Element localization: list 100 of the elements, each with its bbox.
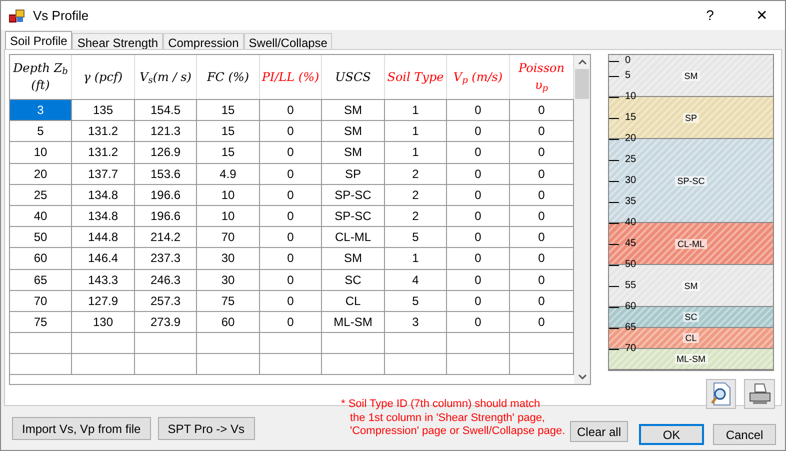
table-cell[interactable]: 196.6 (135, 206, 197, 226)
table-cell[interactable]: 121.3 (135, 121, 197, 142)
help-button[interactable]: ? (695, 5, 725, 26)
table-cell[interactable]: 60 (10, 248, 72, 268)
table-cell[interactable]: 126.9 (135, 142, 197, 163)
table-cell[interactable]: 75 (197, 290, 260, 311)
table-cell[interactable]: 0 (447, 312, 510, 332)
table-cell[interactable]: 0 (260, 142, 322, 163)
table-cell[interactable]: SM (322, 121, 385, 142)
table-cell[interactable]: SM (322, 248, 385, 268)
table-cell[interactable]: 2 (385, 206, 447, 226)
table-cell[interactable]: 196.6 (135, 184, 197, 205)
tab[interactable]: Compression (163, 33, 244, 49)
table-cell[interactable]: 70 (10, 290, 72, 311)
table-cell[interactable]: 3 (385, 312, 447, 332)
table-cell[interactable]: 0 (260, 270, 322, 290)
tab[interactable]: Soil Profile (5, 31, 72, 49)
table-cell[interactable]: 0 (447, 142, 510, 163)
table-cell[interactable]: 143.3 (72, 270, 135, 290)
table-cell[interactable]: 0 (260, 206, 322, 226)
tab[interactable]: Shear Strength (72, 33, 164, 49)
table-cell[interactable]: 5 (10, 121, 72, 142)
table-cell[interactable]: 0 (260, 248, 322, 268)
table-cell[interactable]: 15 (197, 121, 260, 142)
table-cell[interactable]: SP-SC (322, 184, 385, 205)
table-cell[interactable]: 5 (385, 290, 447, 311)
table-cell[interactable]: 0 (447, 248, 510, 268)
scroll-thumb[interactable] (575, 69, 589, 99)
table-cell[interactable]: 131.2 (72, 142, 135, 163)
table-cell[interactable]: 1 (385, 248, 447, 268)
preview-button[interactable] (706, 379, 736, 409)
scrollbar[interactable] (574, 55, 590, 384)
ok-button[interactable]: OK (639, 424, 704, 445)
table-cell[interactable]: 0 (260, 121, 322, 142)
table-cell[interactable]: CL (322, 290, 385, 311)
table-cell[interactable]: 146.4 (72, 248, 135, 268)
table-cell[interactable]: SM (322, 100, 385, 120)
table-cell[interactable]: 4 (385, 270, 447, 290)
table-cell[interactable]: 10 (197, 184, 260, 205)
table-cell[interactable]: ML-SM (322, 312, 385, 332)
table-cell[interactable]: 40 (10, 206, 72, 226)
table-cell[interactable]: 75 (10, 312, 72, 332)
table-cell[interactable]: 10 (197, 206, 260, 226)
table-cell[interactable]: 4.9 (197, 164, 260, 184)
scroll-up-icon[interactable] (578, 59, 586, 65)
table-cell[interactable]: 214.2 (135, 227, 197, 248)
table-cell[interactable]: 30 (197, 248, 260, 268)
spt-convert-button[interactable]: SPT Pro -> Vs (158, 417, 255, 440)
table-cell[interactable]: 257.3 (135, 290, 197, 311)
table-cell[interactable]: 135 (72, 100, 135, 120)
table-cell[interactable]: 134.8 (72, 206, 135, 226)
table-cell[interactable]: 60 (197, 312, 260, 332)
table-cell[interactable]: 0 (447, 184, 510, 205)
print-button[interactable] (744, 379, 775, 409)
table-cell[interactable]: 0 (447, 100, 510, 120)
clear-all-button[interactable]: Clear all (570, 421, 628, 442)
table-cell[interactable]: 273.9 (135, 312, 197, 332)
tab[interactable]: Swell/Collapse (244, 33, 332, 49)
table-cell[interactable]: 0 (260, 164, 322, 184)
table-cell[interactable]: 15 (197, 100, 260, 120)
table-cell[interactable]: 0 (447, 270, 510, 290)
table-cell[interactable]: 144.8 (72, 227, 135, 248)
table-cell[interactable]: 0 (447, 227, 510, 248)
table-cell[interactable]: 0 (447, 121, 510, 142)
table-cell[interactable]: 127.9 (72, 290, 135, 311)
table-cell[interactable]: 15 (197, 142, 260, 163)
table-cell[interactable]: SP-SC (322, 206, 385, 226)
table-cell[interactable]: 1 (385, 100, 447, 120)
table-cell[interactable]: 0 (260, 100, 322, 120)
table-cell[interactable]: 0 (260, 227, 322, 248)
table-cell[interactable]: 0 (260, 312, 322, 332)
table-cell[interactable]: 154.5 (135, 100, 197, 120)
table-cell[interactable]: 0 (447, 206, 510, 226)
table-cell[interactable]: 5 (385, 227, 447, 248)
cancel-button[interactable]: Cancel (713, 424, 776, 445)
table-cell[interactable]: 65 (10, 270, 72, 290)
import-button[interactable]: Import Vs, Vp from file (12, 417, 151, 440)
table-cell[interactable]: 0 (447, 290, 510, 311)
close-button[interactable]: ✕ (747, 5, 777, 26)
scroll-down-icon[interactable] (578, 374, 586, 380)
table-cell[interactable]: 1 (385, 142, 447, 163)
table-cell[interactable]: 30 (197, 270, 260, 290)
table-cell[interactable]: SM (322, 142, 385, 163)
table-cell[interactable]: 70 (197, 227, 260, 248)
table-cell[interactable]: 3 (10, 100, 72, 120)
table-cell[interactable]: 20 (10, 164, 72, 184)
table-cell[interactable]: 25 (10, 184, 72, 205)
table-cell[interactable]: 2 (385, 184, 447, 205)
table-cell[interactable]: 50 (10, 227, 72, 248)
table-cell[interactable]: 153.6 (135, 164, 197, 184)
table-cell[interactable]: SC (322, 270, 385, 290)
table-cell[interactable]: 0 (260, 184, 322, 205)
table-cell[interactable]: 10 (10, 142, 72, 163)
table-cell[interactable]: 0 (260, 290, 322, 311)
table-cell[interactable]: 237.3 (135, 248, 197, 268)
table-cell[interactable]: CL-ML (322, 227, 385, 248)
table-cell[interactable]: 137.7 (72, 164, 135, 184)
table-cell[interactable]: 1 (385, 121, 447, 142)
table-cell[interactable]: 2 (385, 164, 447, 184)
table-cell[interactable]: 0 (447, 164, 510, 184)
